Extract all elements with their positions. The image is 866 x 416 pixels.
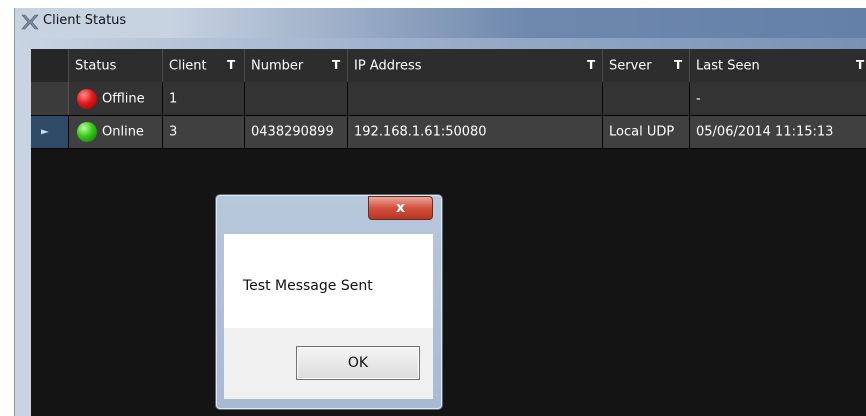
filter-icon[interactable]: T (227, 58, 235, 72)
red-status-dot-icon (77, 88, 97, 109)
title-bar[interactable]: Client Status (15, 8, 866, 38)
number-cell: 0438290899 (245, 116, 348, 148)
grid-header-row: Status Client T Number T IP Address T Se… (31, 49, 866, 83)
filter-icon[interactable]: T (674, 58, 682, 72)
close-button[interactable]: x (368, 196, 433, 220)
column-header-number[interactable]: Number T (245, 49, 348, 82)
filter-icon[interactable]: T (332, 58, 340, 72)
green-status-dot-icon (77, 122, 97, 142)
last-seen-cell: 05/06/2014 11:15:13 (690, 116, 866, 148)
client-status-grid: Status Client T Number T IP Address T Se… (31, 49, 866, 416)
ip-address-text: 192.168.1.61:50080 (354, 124, 487, 140)
filter-icon[interactable]: T (856, 58, 864, 72)
status-text: Offline (102, 91, 145, 106)
row-indicator-cell (31, 82, 69, 115)
column-header-last-seen[interactable]: Last Seen T (690, 49, 866, 82)
column-header-ip-address[interactable]: IP Address T (348, 49, 603, 82)
column-header-client[interactable]: Client T (163, 49, 245, 82)
window-frame (15, 38, 866, 49)
header-indicator-cell (31, 49, 69, 82)
status-cell: Online (69, 116, 163, 148)
number-cell (245, 82, 348, 115)
client-cell: 3 (163, 116, 245, 148)
row-indicator-cell: ► (31, 116, 69, 148)
client-cell: 1 (163, 82, 245, 115)
column-header-status[interactable]: Status (69, 49, 163, 82)
column-header-server[interactable]: Server T (603, 49, 690, 82)
dialog-body: Test Message Sent (224, 234, 433, 328)
close-icon: x (395, 200, 406, 216)
current-row-arrow-icon: ► (41, 126, 49, 138)
ok-button[interactable]: OK (296, 346, 420, 380)
status-text: Online (102, 124, 144, 140)
column-header-label: Server (609, 58, 652, 73)
client-text: 3 (169, 124, 178, 140)
ip-address-cell (348, 82, 603, 115)
number-text: 0438290899 (251, 124, 334, 140)
dialog-footer: OK (224, 328, 433, 399)
column-header-label: Client (169, 58, 207, 73)
server-text: Local UDP (609, 124, 675, 140)
client-text: 1 (169, 91, 178, 106)
last-seen-text: - (696, 91, 701, 106)
app-icon (21, 14, 39, 30)
table-row[interactable]: Offline 1 - (31, 82, 866, 116)
filter-icon[interactable]: T (587, 58, 595, 72)
last-seen-text: 05/06/2014 11:15:13 (696, 124, 834, 140)
ip-address-cell: 192.168.1.61:50080 (348, 116, 603, 148)
column-header-label: Number (251, 58, 304, 73)
window-title: Client Status (43, 13, 127, 28)
server-cell: Local UDP (603, 116, 690, 148)
column-header-label: Status (75, 58, 117, 73)
server-cell (603, 82, 690, 115)
column-header-label: IP Address (354, 58, 422, 73)
status-cell: Offline (69, 82, 163, 115)
column-header-label: Last Seen (696, 58, 760, 73)
table-row[interactable]: ► Online 3 0438290899 192.168.1.61:50080… (31, 116, 866, 149)
message-dialog: x Test Message Sent OK (215, 194, 443, 410)
last-seen-cell: - (690, 82, 866, 115)
dialog-message: Test Message Sent (243, 278, 373, 294)
